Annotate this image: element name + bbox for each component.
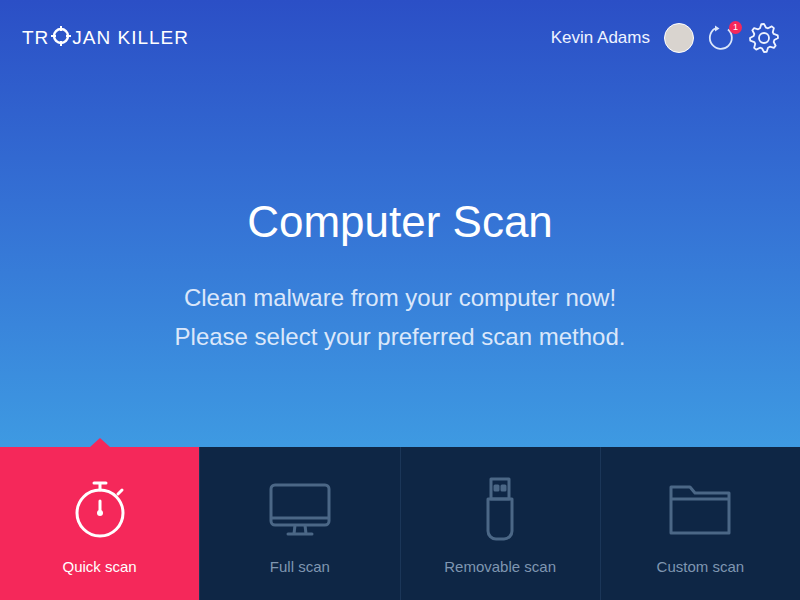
subtitle: Clean malware from your computer now!Ple… xyxy=(0,278,800,356)
logo-text: TR xyxy=(22,27,49,49)
stopwatch-icon xyxy=(68,477,132,541)
app: TR JAN KILLER Kevin Adams 1 Computer Scan Cle… xyxy=(0,0,800,600)
gear-icon[interactable] xyxy=(748,22,780,54)
user-name[interactable]: Kevin Adams xyxy=(549,26,652,50)
selection-pointer xyxy=(90,438,110,447)
updates-button[interactable]: 1 xyxy=(706,23,736,53)
hero: TR JAN KILLER Kevin Adams 1 Computer Scan Cle… xyxy=(0,0,800,447)
subtitle-line: Please select your preferred scan method… xyxy=(175,317,626,356)
subtitle-line: Clean malware from your computer now! xyxy=(184,278,616,317)
crosshair-icon xyxy=(49,26,72,51)
page-title: Computer Scan xyxy=(0,196,800,248)
header: TR JAN KILLER Kevin Adams 1 xyxy=(0,0,800,76)
updates-badge: 1 xyxy=(729,21,742,34)
scan-method-tile[interactable]: Full scan xyxy=(199,447,399,600)
scan-method-tile[interactable]: Custom scan xyxy=(600,447,800,600)
avatar[interactable] xyxy=(664,23,694,53)
usb-icon xyxy=(468,477,532,541)
scan-method-tile[interactable]: Removable scan xyxy=(400,447,600,600)
monitor-icon xyxy=(268,477,332,541)
scan-method-label: Custom scan xyxy=(653,557,749,577)
logo[interactable]: TR JAN KILLER xyxy=(22,26,189,51)
user-area: Kevin Adams 1 xyxy=(549,22,780,54)
logo-text: JAN KILLER xyxy=(72,27,189,49)
scan-method-label: Full scan xyxy=(266,557,334,577)
update-icon xyxy=(706,39,736,56)
scan-method-label: Removable scan xyxy=(440,557,560,577)
scan-method-bar: Quick scan Full scan Removable scan Custom … xyxy=(0,447,800,600)
folder-icon xyxy=(668,477,732,541)
scan-method-tile[interactable]: Quick scan xyxy=(0,447,199,600)
scan-method-label: Quick scan xyxy=(59,557,141,577)
